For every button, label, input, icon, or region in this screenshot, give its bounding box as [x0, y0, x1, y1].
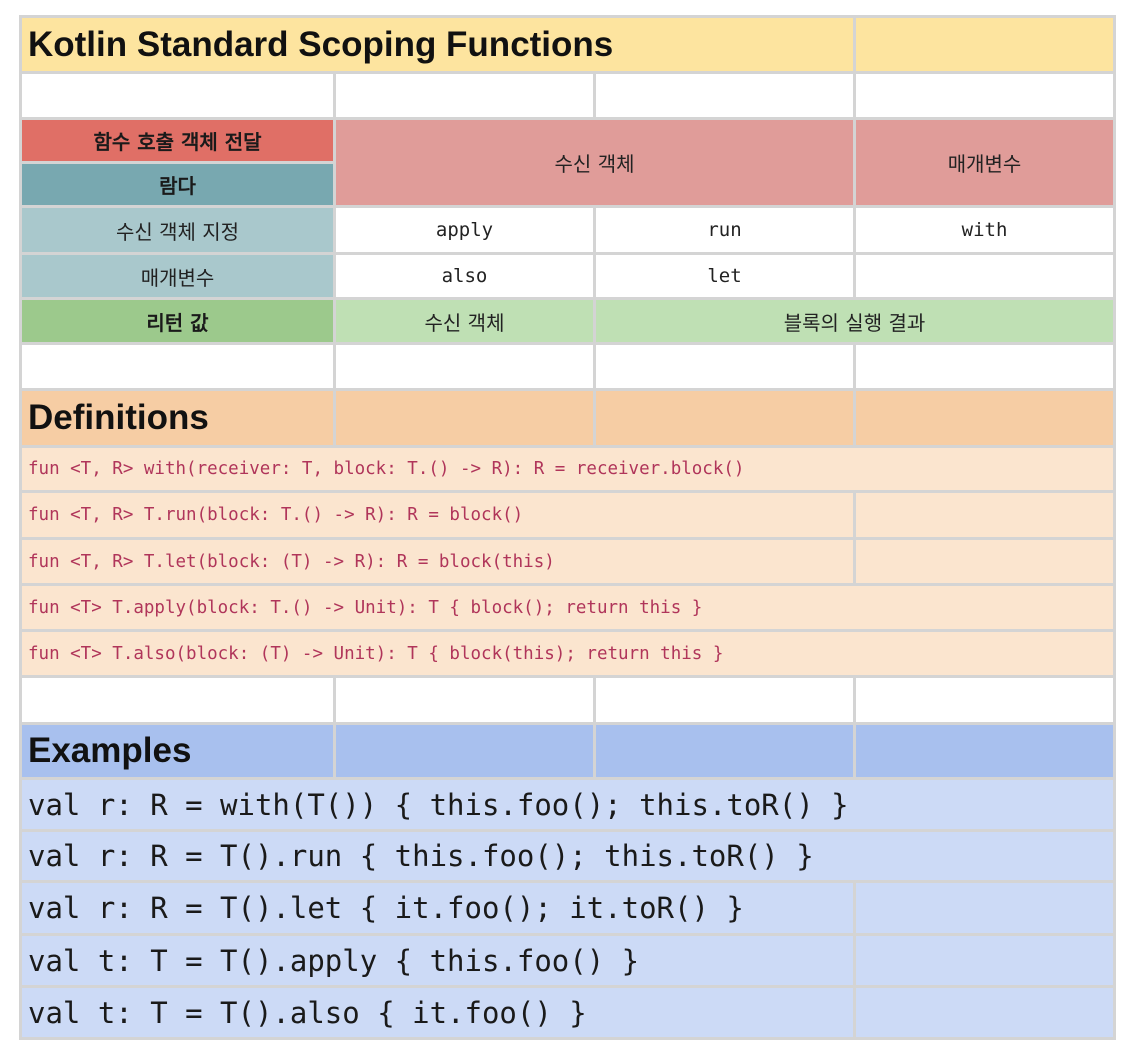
row-receiver-label: 수신 객체 지정	[19, 205, 336, 255]
empty-cell	[592, 71, 857, 120]
definitions-header: Definitions	[19, 388, 336, 448]
matrix-header-row: 함수 호출 객체 전달 수신 객체 매개변수	[19, 117, 1117, 208]
definition-line: fun <T, R> T.let(block: (T) -> R): R = b…	[18, 537, 857, 586]
empty-cell	[592, 388, 857, 448]
empty-cell	[853, 252, 1117, 300]
return-receiver: 수신 객체	[333, 297, 596, 345]
empty-cell	[853, 15, 1117, 74]
example-row: val r: R = T().run { this.foo(); this.to…	[18, 829, 1117, 883]
definition-line: fun <T> T.also(block: (T) -> Unit): T { …	[18, 629, 1117, 678]
empty-cell	[19, 71, 336, 120]
empty-cell	[853, 537, 1117, 586]
spacer-row	[19, 675, 1117, 725]
example-line: val t: T = T().also { it.foo() }	[18, 985, 857, 1040]
cell-also: also	[333, 252, 596, 300]
scoping-functions-sheet: Kotlin Standard Scoping Functions 함수 호출 …	[18, 15, 1117, 1040]
return-block-result: 블록의 실행 결과	[592, 297, 1117, 345]
empty-cell	[333, 388, 596, 448]
definitions-header-row: Definitions	[19, 388, 1117, 448]
definition-row: fun <T> T.also(block: (T) -> Unit): T { …	[18, 629, 1117, 678]
empty-cell	[592, 722, 857, 780]
definition-row: fun <T, R> T.let(block: (T) -> R): R = b…	[18, 537, 1117, 586]
empty-cell	[333, 342, 596, 391]
empty-cell	[853, 71, 1117, 120]
return-label: 리턴 값	[19, 297, 336, 345]
col-parameter: 매개변수	[853, 117, 1117, 208]
spacer-row	[19, 342, 1117, 391]
definition-row: fun <T> T.apply(block: T.() -> Unit): T …	[18, 583, 1117, 632]
empty-cell	[19, 675, 336, 725]
definition-line: fun <T, R> T.run(block: T.() -> R): R = …	[18, 490, 857, 540]
matrix-return-row: 리턴 값 수신 객체 블록의 실행 결과	[19, 297, 1117, 345]
title-row: Kotlin Standard Scoping Functions	[18, 15, 1117, 74]
empty-cell	[853, 342, 1117, 391]
definition-row: fun <T, R> with(receiver: T, block: T.()…	[18, 445, 1117, 493]
sheet-title: Kotlin Standard Scoping Functions	[18, 15, 857, 74]
example-line: val r: R = T().let { it.foo(); it.toR() …	[18, 880, 857, 936]
empty-cell	[853, 880, 1117, 936]
empty-cell	[333, 675, 596, 725]
empty-cell	[592, 342, 857, 391]
empty-cell	[592, 675, 857, 725]
col-receiver-object: 수신 객체	[332, 117, 857, 208]
empty-cell	[853, 722, 1117, 780]
empty-cell	[19, 342, 336, 391]
empty-cell	[853, 933, 1117, 988]
example-line: val t: T = T().apply { this.foo() }	[18, 933, 857, 988]
empty-cell	[853, 985, 1117, 1040]
example-row: val t: T = T().apply { this.foo() }	[18, 933, 1117, 988]
example-row: val t: T = T().also { it.foo() }	[18, 985, 1117, 1040]
examples-header-row: Examples	[19, 722, 1117, 780]
matrix-receiver-row: 수신 객체 지정 apply run with	[19, 205, 1117, 255]
empty-cell	[333, 71, 596, 120]
cell-apply: apply	[333, 205, 596, 255]
cell-with: with	[853, 205, 1117, 255]
cell-run: run	[592, 205, 857, 255]
cell-let: let	[592, 252, 857, 300]
empty-cell	[853, 388, 1117, 448]
matrix-param-row: 매개변수 also let	[19, 252, 1117, 300]
empty-cell	[853, 490, 1117, 540]
row-param-label: 매개변수	[19, 252, 336, 300]
examples-header: Examples	[19, 722, 336, 780]
lambda-label: 람다	[19, 161, 336, 208]
example-line: val r: R = with(T()) { this.foo(); this.…	[18, 777, 1117, 832]
example-line: val r: R = T().run { this.foo(); this.to…	[18, 829, 1117, 883]
pass-object-label: 함수 호출 객체 전달	[19, 117, 336, 164]
spacer-row	[19, 71, 1117, 120]
example-row: val r: R = T().let { it.foo(); it.toR() …	[18, 880, 1117, 936]
definition-line: fun <T> T.apply(block: T.() -> Unit): T …	[18, 583, 1117, 632]
empty-cell	[333, 722, 596, 780]
example-row: val r: R = with(T()) { this.foo(); this.…	[18, 777, 1117, 832]
definition-row: fun <T, R> T.run(block: T.() -> R): R = …	[18, 490, 1117, 540]
empty-cell	[853, 675, 1117, 725]
definition-line: fun <T, R> with(receiver: T, block: T.()…	[18, 445, 1117, 493]
